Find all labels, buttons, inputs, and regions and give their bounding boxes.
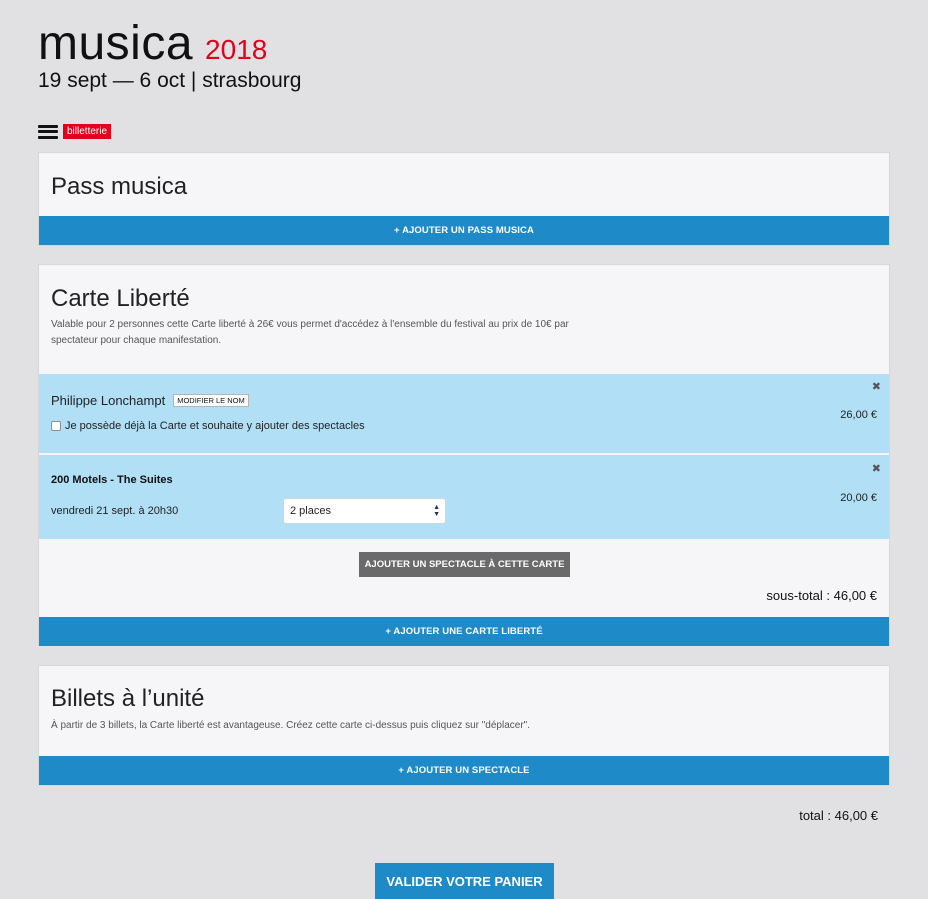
add-show-to-card-button[interactable]: AJOUTER UN SPECTACLE À CETTE CARTE xyxy=(359,552,570,577)
cart-total: total : 46,00 € xyxy=(799,808,878,823)
subtotal: sous-total : 46,00 € xyxy=(766,588,877,603)
single-tickets-panel: Billets à l’unité À partir de 3 billets,… xyxy=(38,665,890,786)
carte-liberte-title: Carte Liberté xyxy=(51,285,190,312)
places-select[interactable]: 2 places ▲ ▼ xyxy=(283,498,446,524)
select-arrows-icon: ▲ ▼ xyxy=(433,504,440,518)
places-select-value: 2 places xyxy=(290,505,331,517)
single-tickets-description: À partir de 3 billets, la Carte liberté … xyxy=(51,720,530,731)
show-title: 200 Motels - The Suites xyxy=(51,474,173,486)
card-holder-name: Philippe Lonchampt xyxy=(51,393,166,408)
add-pass-musica-button[interactable]: + AJOUTER UN PASS MUSICA xyxy=(39,216,889,245)
billetterie-badge: billetterie xyxy=(63,124,112,139)
carte-liberte-panel: Carte Liberté Valable pour 2 personnes c… xyxy=(38,264,890,646)
validate-cart-button[interactable]: VALIDER VOTRE PANIER xyxy=(375,863,554,899)
single-tickets-title: Billets à l’unité xyxy=(51,685,205,712)
modify-name-button[interactable]: MODIFIER LE NOM xyxy=(173,394,249,407)
add-carte-liberte-button[interactable]: + AJOUTER UNE CARTE LIBERTÉ xyxy=(39,617,889,646)
pass-musica-title: Pass musica xyxy=(51,173,188,200)
pass-musica-panel: Pass musica + AJOUTER UN PASS MUSICA xyxy=(38,152,890,246)
card-holder-row: ✖ Philippe Lonchampt MODIFIER LE NOM Je … xyxy=(39,374,889,453)
brand-name: musica xyxy=(38,17,194,70)
show-row: ✖ 200 Motels - The Suites vendredi 21 se… xyxy=(39,455,889,539)
carte-liberte-description: Valable pour 2 personnes cette Carte lib… xyxy=(51,319,569,346)
card-price: 26,00 € xyxy=(840,409,877,421)
top-nav: billetterie xyxy=(38,124,112,139)
brand-header: musica 2018 19 sept — 6 oct | strasbourg xyxy=(38,17,302,93)
already-own-card-option[interactable]: Je possède déjà la Carte et souhaite y a… xyxy=(51,420,365,432)
close-icon[interactable]: ✖ xyxy=(872,462,881,475)
hamburger-menu-icon[interactable] xyxy=(38,124,58,139)
brand-year: 2018 xyxy=(205,34,268,65)
close-icon[interactable]: ✖ xyxy=(872,380,881,393)
show-date: vendredi 21 sept. à 20h30 xyxy=(51,505,179,517)
already-own-card-label: Je possède déjà la Carte et souhaite y a… xyxy=(65,420,365,432)
festival-dates: 19 sept — 6 oct | strasbourg xyxy=(38,69,302,92)
add-show-button[interactable]: + AJOUTER UN SPECTACLE xyxy=(39,756,889,785)
show-price: 20,00 € xyxy=(840,492,877,504)
already-own-card-checkbox[interactable] xyxy=(51,421,61,431)
brand-logo[interactable]: musica 2018 xyxy=(38,17,301,70)
card-holder: Philippe Lonchampt MODIFIER LE NOM xyxy=(51,393,249,408)
